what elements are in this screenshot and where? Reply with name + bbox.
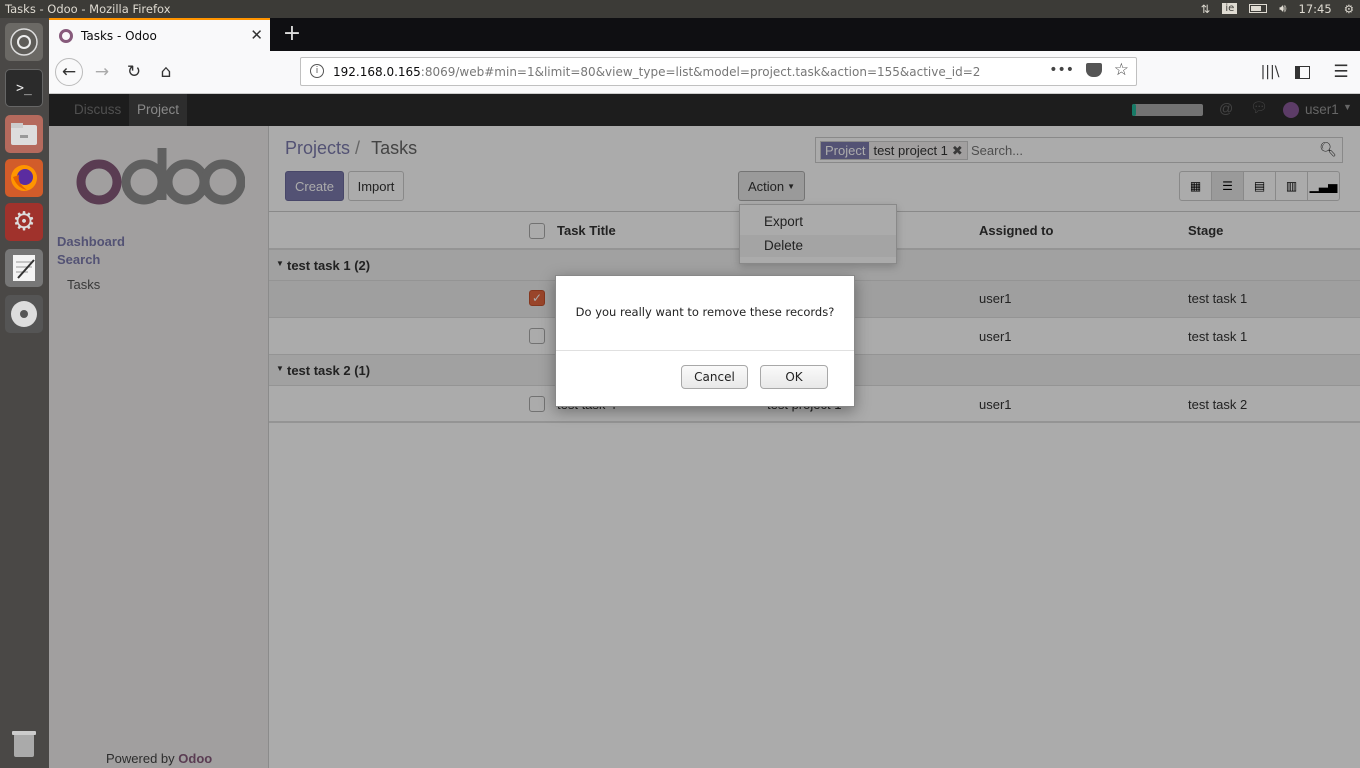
sidebar-toggle-button[interactable] [1288,58,1316,86]
confirm-dialog: Do you really want to remove these recor… [555,275,855,407]
browser-tab-bar: Tasks - Odoo ✕ + [49,18,1360,51]
ubuntu-dash-icon[interactable] [5,23,43,61]
library-icon: |||\ [1260,64,1280,80]
battery-icon[interactable] [1249,4,1268,13]
cancel-button[interactable]: Cancel [681,365,748,389]
forward-button[interactable]: → [88,58,116,86]
library-button[interactable]: |||\ [1256,58,1284,86]
page-actions-icon[interactable]: ••• [1049,62,1074,78]
info-icon[interactable]: i [310,64,324,78]
hamburger-icon: ☰ [1333,62,1349,82]
tab-odoo-tasks[interactable]: Tasks - Odoo ✕ [49,18,270,51]
menu-item-delete[interactable]: Delete [740,235,896,257]
odoo-favicon-icon [59,28,73,43]
clock[interactable]: 17:45 [1299,2,1332,16]
reload-button[interactable]: ↻ [120,58,148,86]
dialog-message: Do you really want to remove these recor… [575,305,835,319]
firefox-icon[interactable] [5,159,43,197]
settings-gear-icon[interactable]: ⚙ [1344,2,1354,16]
ok-button[interactable]: OK [760,365,828,389]
terminal-icon[interactable]: >_ [5,69,43,107]
system-settings-icon[interactable]: ⚙ [5,203,43,241]
home-button[interactable]: ⌂ [152,58,180,86]
os-top-panel: Tasks - Odoo - Mozilla Firefox ⇅ ie 🔊︎ 1… [0,0,1360,18]
tab-title: Tasks - Odoo [81,28,157,43]
menu-item-export[interactable]: Export [740,211,896,233]
home-icon: ⌂ [160,62,172,82]
back-arrow-icon: ← [61,62,77,82]
bookmark-star-icon[interactable]: ☆ [1114,60,1129,80]
forward-arrow-icon: → [94,62,110,82]
dvd-icon[interactable] [5,295,43,333]
dialog-divider [556,350,854,351]
url-host: 192.168.0.165 [333,65,421,79]
action-dropdown-menu: Export Delete [739,204,897,264]
back-button[interactable]: ← [55,58,83,86]
trash-icon[interactable] [5,724,43,762]
system-tray: ⇅ ie 🔊︎ 17:45 ⚙ [1201,1,1354,16]
keyboard-layout[interactable]: ie [1222,3,1238,14]
reload-icon: ↻ [126,62,142,82]
files-icon[interactable] [5,115,43,153]
modal-backdrop [49,94,1360,768]
close-tab-icon[interactable]: ✕ [250,26,263,44]
pocket-icon[interactable] [1086,63,1102,77]
text-editor-icon[interactable] [5,249,43,287]
sidebar-icon [1294,65,1310,79]
url-bar[interactable]: i 192.168.0.165:8069/web#min=1&limit=80&… [300,57,1137,86]
volume-icon[interactable]: 🔊︎ [1279,1,1286,16]
url-path: :8069/web#min=1&limit=80&view_type=list&… [420,65,981,79]
new-tab-button[interactable]: + [280,21,304,47]
launcher: >_ ⚙ [0,18,49,768]
network-icon[interactable]: ⇅ [1201,2,1211,16]
browser-nav-bar: ← → ↻ ⌂ i 192.168.0.165:8069/web#min=1&l… [49,51,1360,94]
hamburger-menu-button[interactable]: ☰ [1327,58,1355,86]
window-title: Tasks - Odoo - Mozilla Firefox [5,2,171,16]
